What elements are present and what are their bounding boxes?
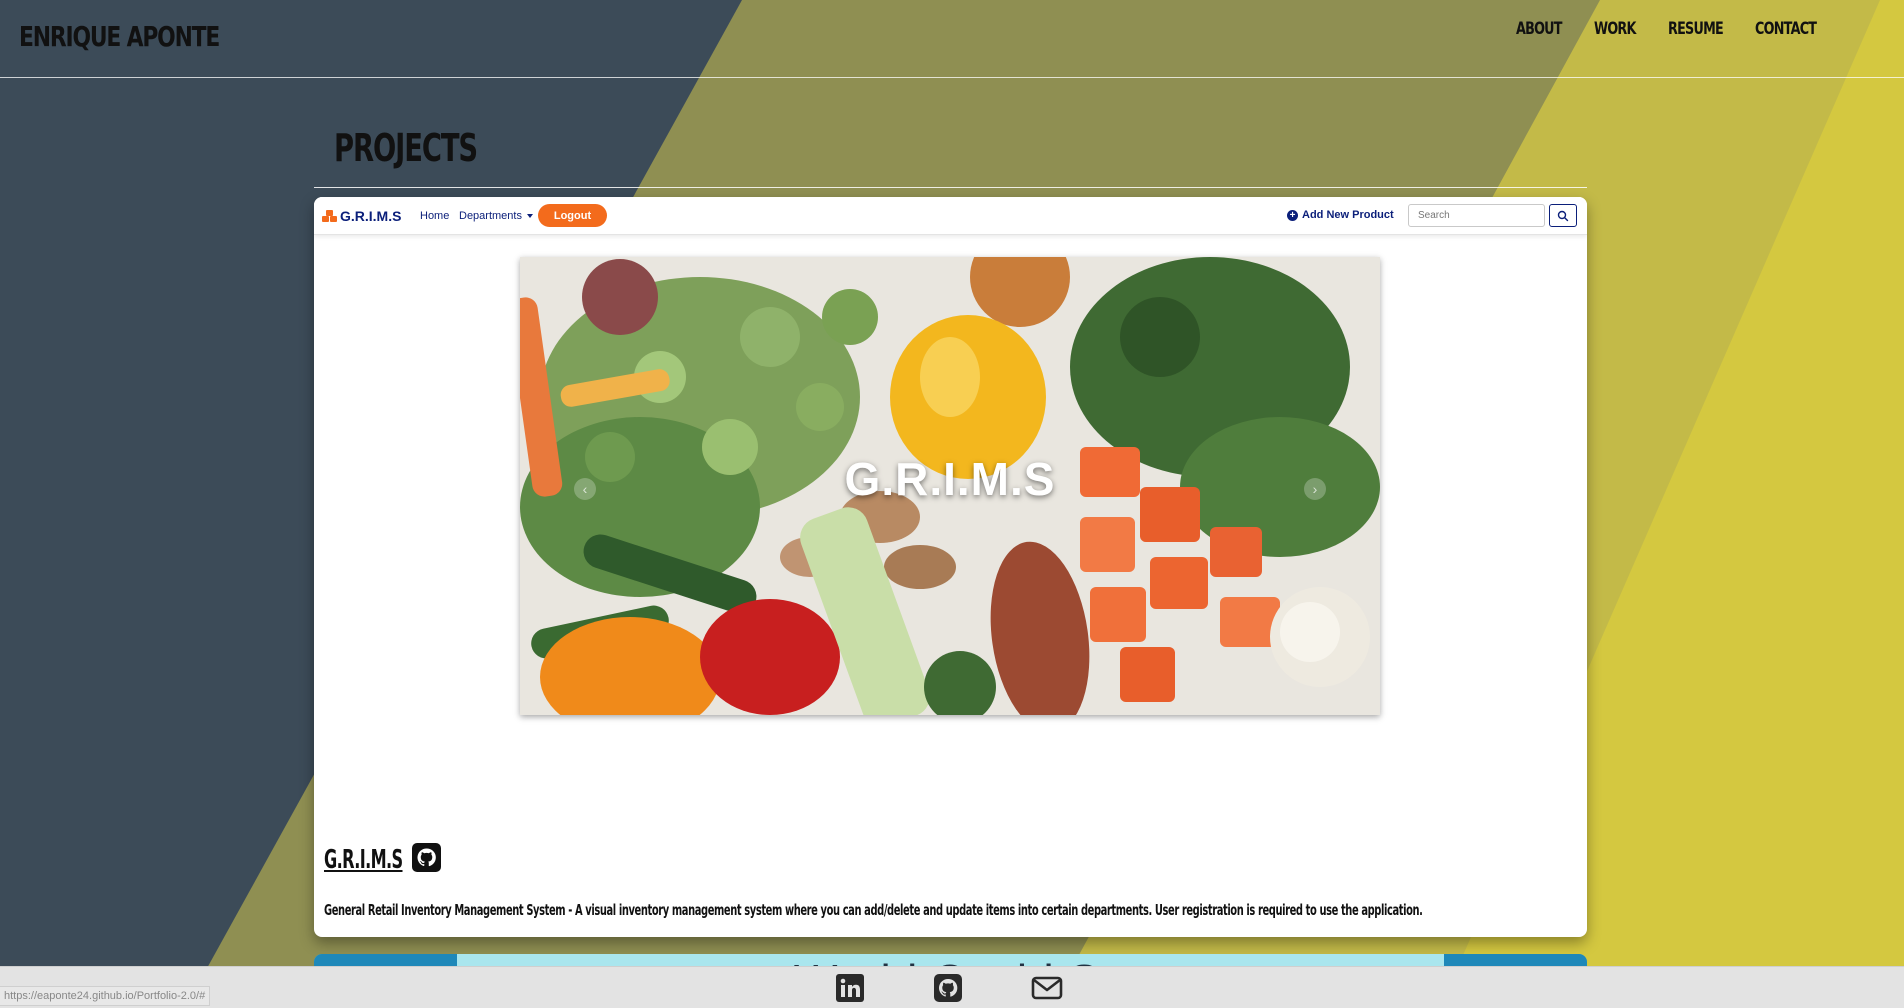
footer-linkedin-link[interactable] — [835, 973, 865, 1003]
screenshot-add-product: + Add New Product — [1287, 209, 1394, 221]
nav-work[interactable]: WORK — [1594, 19, 1636, 39]
github-icon — [412, 843, 441, 872]
project-hero-image[interactable]: ‹ › G.R.I.M.S — [520, 257, 1380, 715]
screenshot-add-product-label: Add New Product — [1302, 209, 1394, 221]
nav-resume[interactable]: RESUME — [1668, 19, 1724, 39]
footer-github-link[interactable] — [933, 973, 963, 1003]
hero-title: G.R.I.M.S — [844, 453, 1056, 505]
linkedin-icon — [836, 974, 864, 1002]
cubes-icon — [322, 209, 337, 222]
screenshot-search-button — [1549, 204, 1577, 227]
caret-down-icon — [526, 214, 533, 219]
search-icon — [1557, 210, 1569, 221]
mail-icon — [1031, 976, 1063, 1000]
nav-about[interactable]: ABOUT — [1516, 19, 1562, 39]
project-description: General Retail Inventory Management Syst… — [324, 901, 1423, 919]
site-brand[interactable]: ENRIQUE APONTE — [19, 20, 220, 53]
project-card: G.R.I.M.S Home Departments Logout + Add … — [314, 197, 1587, 937]
screenshot-search-input: Search — [1408, 204, 1545, 227]
section-title: PROJECTS — [334, 126, 478, 170]
project-screenshot-navbar[interactable]: G.R.I.M.S Home Departments Logout + Add … — [314, 197, 1587, 235]
screenshot-logout-button: Logout — [538, 204, 607, 227]
section-divider — [314, 187, 1587, 188]
plus-circle-icon: + — [1287, 209, 1298, 221]
screenshot-logo-text: G.R.I.M.S — [340, 208, 402, 224]
footer-email-link[interactable] — [1031, 973, 1063, 1003]
screenshot-departments-label: Departments — [459, 210, 522, 222]
project-github-link[interactable] — [412, 843, 441, 872]
project-title-link[interactable]: G.R.I.M.S — [324, 845, 403, 875]
nav-contact[interactable]: CONTACT — [1755, 19, 1817, 39]
site-header: ENRIQUE APONTE ABOUT WORK RESUME CONTACT — [0, 0, 1904, 78]
main-nav: ABOUT WORK RESUME CONTACT — [1484, 19, 1904, 43]
github-icon — [934, 974, 962, 1002]
browser-status-url: https://eaponte24.github.io/Portfolio-2.… — [0, 986, 211, 1006]
screenshot-nav-home: Home — [420, 210, 450, 222]
screenshot-logo: G.R.I.M.S — [322, 208, 401, 224]
site-footer — [0, 966, 1904, 1008]
screenshot-nav-departments: Departments — [459, 210, 533, 222]
